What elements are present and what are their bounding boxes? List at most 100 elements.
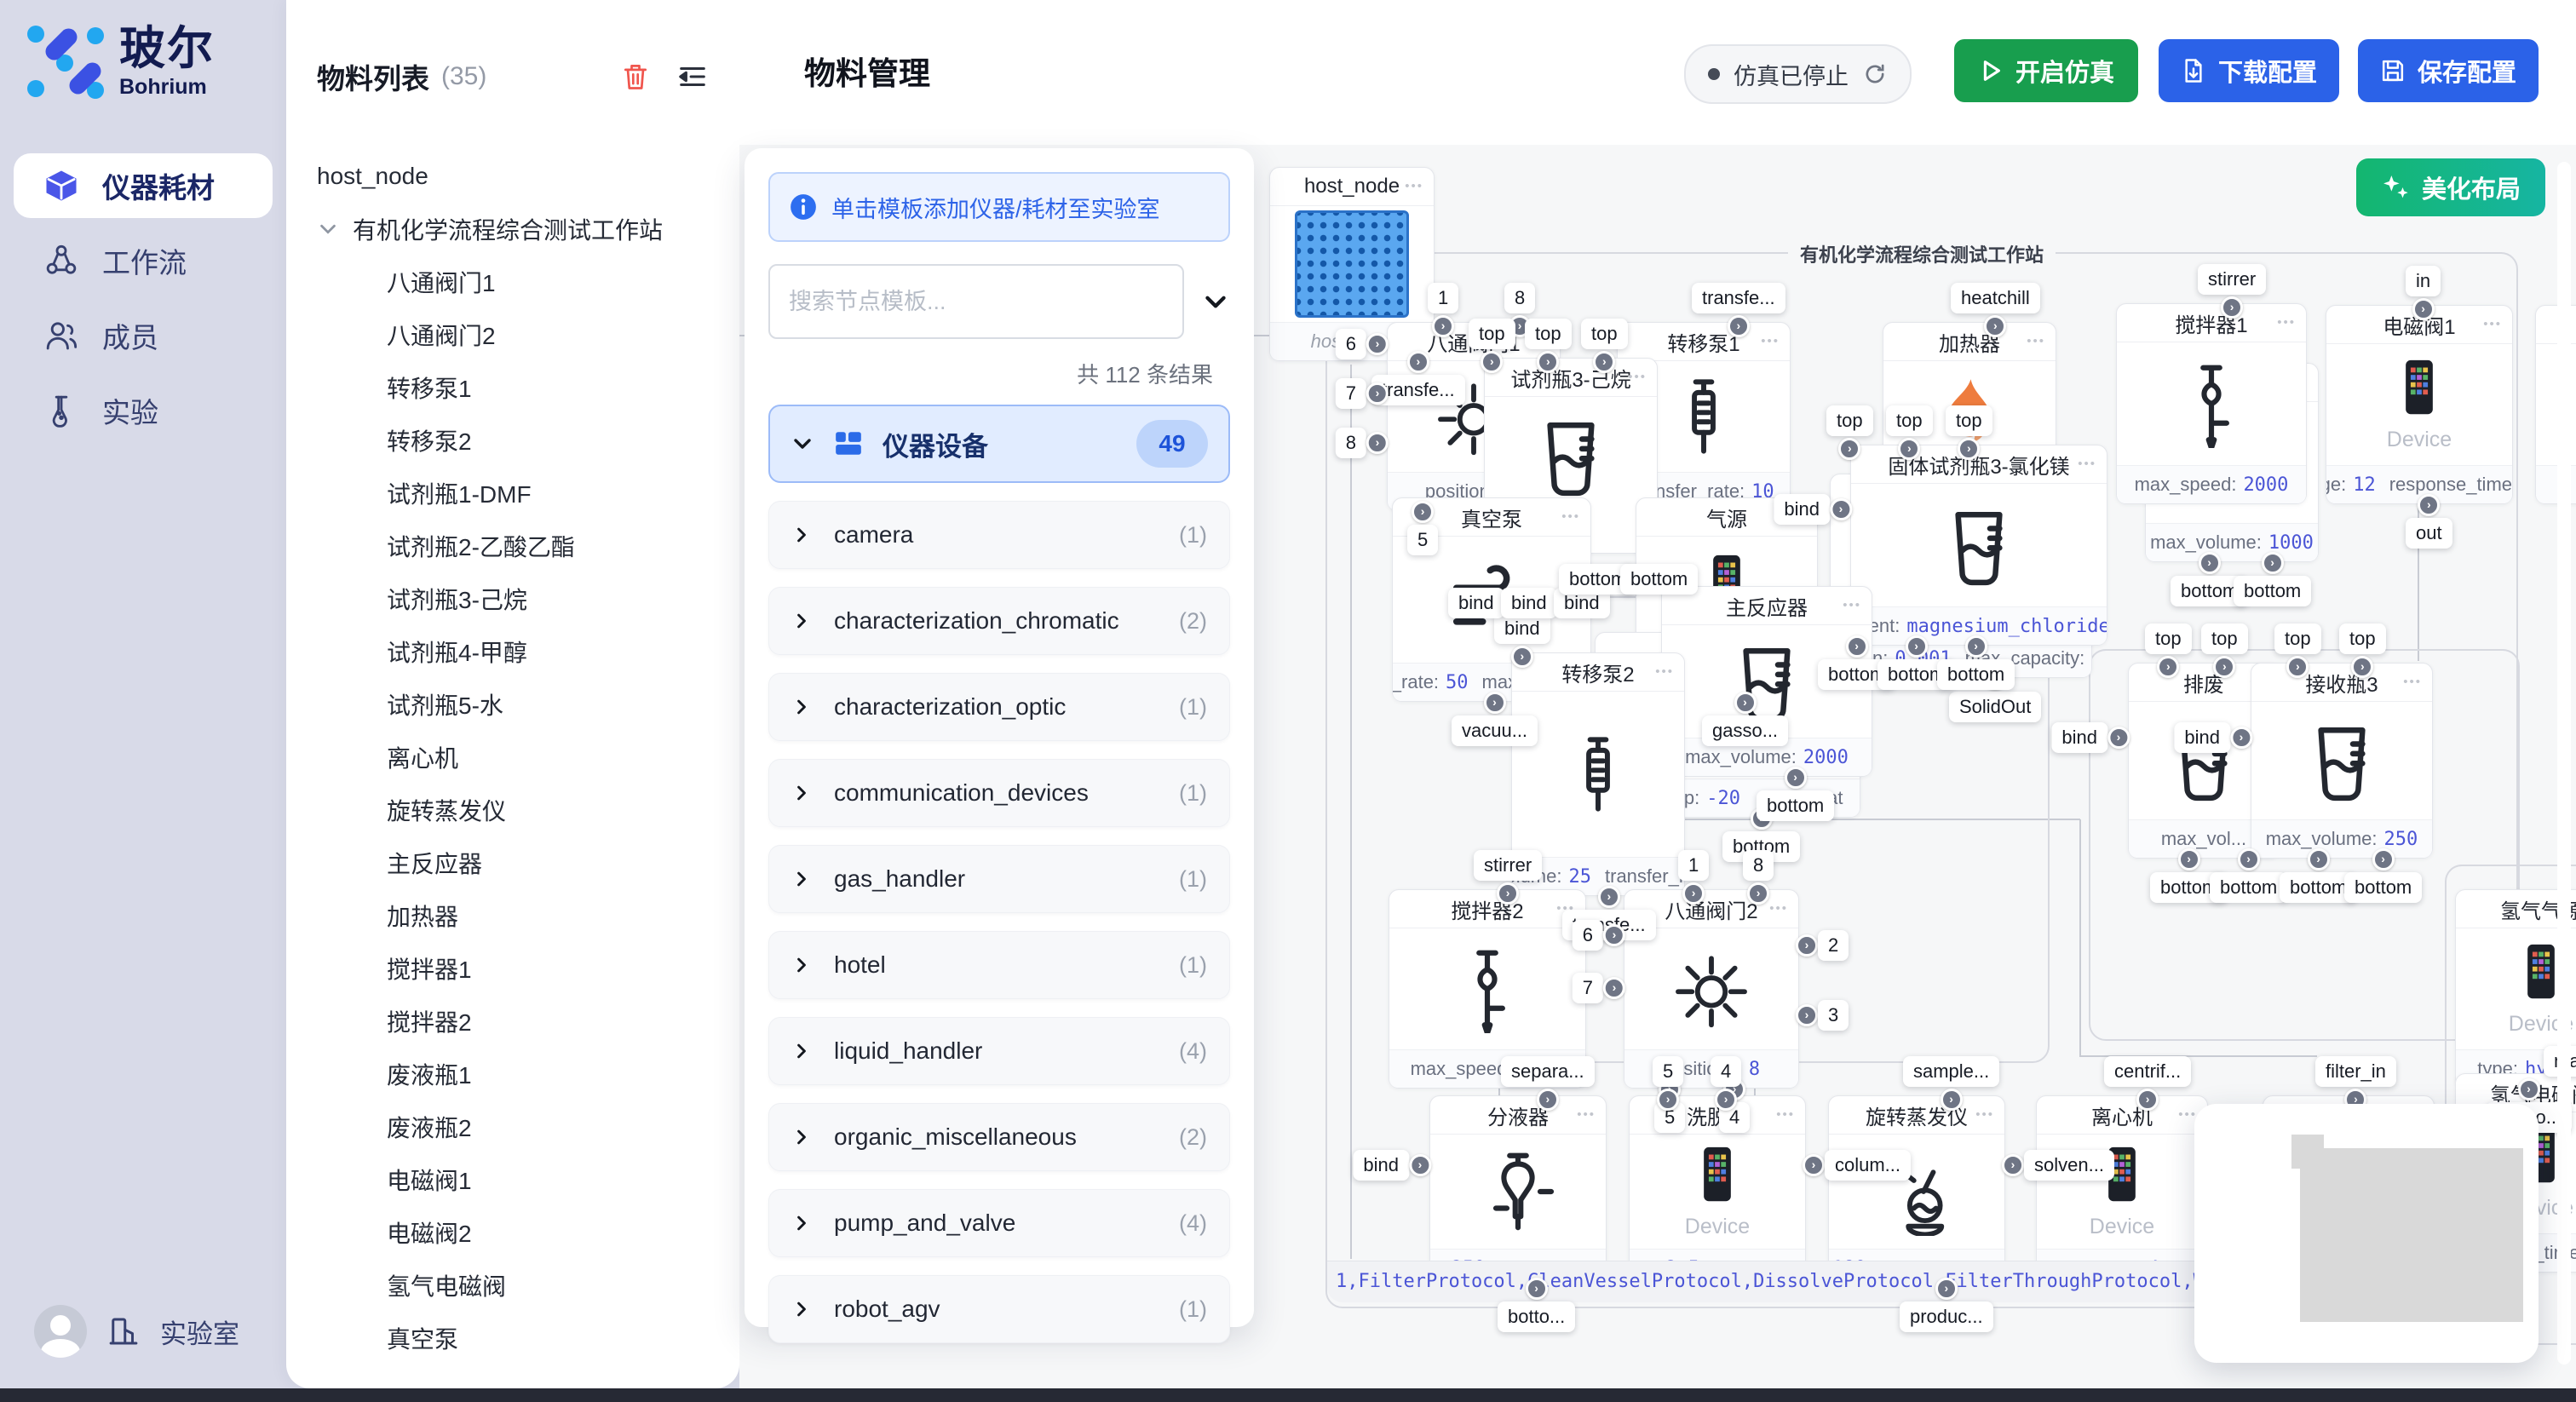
port-pill[interactable]: top (2339, 623, 2386, 654)
sidebar-item-members[interactable]: 成员 (14, 303, 273, 368)
port-top[interactable]: top› (1826, 405, 1873, 460)
port-bind[interactable]: bind› (2174, 722, 2252, 753)
port-handle-icon[interactable]: › (1484, 692, 1506, 714)
port-pill[interactable]: top (1469, 319, 1515, 349)
port-handle-icon[interactable]: › (2418, 494, 2440, 516)
more-options-icon[interactable]: ••• (2483, 306, 2502, 343)
port-top[interactable]: top› (1581, 319, 1628, 373)
port-bottom[interactable]: bottom (1620, 564, 1698, 595)
port-pill[interactable]: transfe... (1692, 283, 1785, 313)
template-category-row[interactable]: liquid_handler (4) (768, 1017, 1230, 1085)
tree-item[interactable]: 搅拌器1 (286, 942, 739, 995)
port-pill[interactable]: heatchill (1951, 283, 2040, 313)
port-7[interactable]: 7› (1336, 378, 1389, 409)
template-category-row[interactable]: camera (1) (768, 501, 1230, 569)
tree-item[interactable]: 旋转蒸发仪 (286, 784, 739, 836)
port-5[interactable]: 5› (1653, 1056, 1683, 1111)
tree-item[interactable]: 搅拌器2 (286, 995, 739, 1048)
port-vacuu...[interactable]: ›vacuu... (1452, 692, 1538, 746)
canvas-node-电磁阀1[interactable]: 电磁阀1•••Devicevoltage: 12response_time: 0… (2326, 305, 2513, 504)
port-pill[interactable]: filter_in (2315, 1056, 2396, 1087)
port-handle-icon[interactable]: › (1537, 1089, 1559, 1111)
port-6[interactable]: 6› (1573, 920, 1625, 951)
port-top[interactable]: top› (1525, 319, 1572, 373)
port-top[interactable]: top› (1946, 405, 1992, 460)
template-category-row[interactable]: characterization_chromatic (2) (768, 587, 1230, 655)
chevron-down-icon[interactable] (1201, 287, 1230, 316)
port-produc...[interactable]: ›produc... (1900, 1278, 1993, 1332)
tree-item[interactable]: 离心机 (286, 731, 739, 784)
port-handle-icon[interactable]: › (2518, 1078, 2540, 1100)
port-pill[interactable]: bind (1774, 494, 1830, 525)
tree-item-root[interactable]: host_node (286, 150, 739, 203)
canvas-node-离心机[interactable]: 离心机•••Devicep: 40min_temp: 4max_spe (2036, 1095, 2208, 1288)
port-handle-icon[interactable]: › (1682, 882, 1705, 905)
port-handle-icon[interactable]: › (1838, 438, 1860, 460)
port-handle-icon[interactable]: › (1481, 351, 1503, 373)
port-handle-icon[interactable]: › (2157, 656, 2179, 678)
port-pill[interactable]: bottom (1757, 790, 1834, 821)
port-heatchill[interactable]: heatchill› (1951, 283, 2040, 337)
port-pill[interactable]: top (1826, 405, 1873, 436)
port-handle-icon[interactable]: › (1598, 886, 1620, 908)
port-pill[interactable]: bind (2174, 722, 2230, 753)
port-2[interactable]: ›2 (1796, 930, 1849, 961)
port-1[interactable]: 1› (1428, 283, 1458, 337)
tree-group[interactable]: 有机化学流程综合测试工作站 (286, 203, 739, 256)
port-stirrer[interactable]: stirrer› (1474, 850, 1542, 905)
port-pill[interactable]: 5 (1407, 525, 1438, 555)
port-pill[interactable]: colum... (1825, 1150, 1911, 1181)
port-pill[interactable]: top (2274, 623, 2321, 654)
port-pill[interactable]: bottom (1620, 564, 1698, 595)
refresh-icon[interactable] (1862, 61, 1888, 87)
port-pill[interactable]: top (1946, 405, 1992, 436)
tree-item[interactable]: 试剂瓶1-DMF (286, 467, 739, 520)
port-handle-icon[interactable]: › (1537, 351, 1559, 373)
template-category-row[interactable]: characterization_optic (1) (768, 673, 1230, 741)
port-top[interactable]: top› (2339, 623, 2386, 678)
tree-item[interactable]: 八通阀门1 (286, 256, 739, 308)
port-handle-icon[interactable]: › (1593, 351, 1615, 373)
port-pill[interactable]: 3 (1818, 1000, 1849, 1031)
port-handle-icon[interactable]: › (1728, 315, 1750, 337)
port-handle-icon[interactable]: › (2136, 1089, 2159, 1111)
port-pill[interactable]: top (2201, 623, 2248, 654)
tree-item[interactable]: 试剂瓶5-水 (286, 678, 739, 731)
more-options-icon[interactable]: ••• (1561, 498, 1580, 536)
port-handle-icon[interactable]: › (2286, 656, 2309, 678)
sidebar-item-instruments[interactable]: 仪器耗材 (14, 153, 273, 218)
port-pill[interactable]: gasso... (1702, 715, 1788, 746)
port-separa...[interactable]: separa...› (1501, 1056, 1595, 1111)
port-handle-icon[interactable]: › (1898, 438, 1920, 460)
more-options-icon[interactable]: ••• (2078, 445, 2096, 483)
port-handle-icon[interactable]: › (1830, 498, 1852, 520)
template-category-row[interactable]: communication_devices (1) (768, 759, 1230, 827)
port-top[interactable]: top› (2201, 623, 2248, 678)
port-3[interactable]: ›3 (1796, 1000, 1849, 1031)
port-pill[interactable]: 8 (1336, 428, 1366, 458)
port-pill[interactable]: top (1581, 319, 1628, 349)
sidebar-item-experiments[interactable]: 实验 (14, 378, 273, 443)
port-pill[interactable]: bind (1353, 1150, 1409, 1181)
search-input[interactable] (768, 264, 1184, 339)
lab-switcher[interactable]: 实验室 (34, 1305, 239, 1358)
more-options-icon[interactable]: ••• (2277, 304, 2296, 342)
port-bind[interactable]: bind (1501, 588, 1557, 618)
port-pill[interactable]: 2 (1818, 930, 1849, 961)
port-bind[interactable]: bind (1448, 588, 1504, 618)
canvas-node-搅拌器1[interactable]: 搅拌器1•••max_speed: 2000 (2116, 303, 2307, 504)
port-handle-icon[interactable]: › (2178, 848, 2200, 871)
tree-item[interactable]: 试剂瓶4-甲醇 (286, 625, 739, 678)
port-handle-icon[interactable]: › (1796, 934, 1818, 957)
port-bottom[interactable]: ›bottom (2210, 848, 2287, 903)
port-handle-icon[interactable]: › (1366, 333, 1389, 355)
tree-item[interactable]: 电磁阀2 (286, 1206, 739, 1259)
save-config-button[interactable]: 保存配置 (2358, 39, 2539, 102)
tree-item[interactable]: 试剂瓶2-乙酸乙酯 (286, 520, 739, 572)
tree-item[interactable]: 八通阀门2 (286, 308, 739, 361)
port-handle-icon[interactable]: › (1432, 315, 1454, 337)
port-pill[interactable]: top (2145, 623, 2192, 654)
simulation-status[interactable]: 仿真已停止 (1684, 44, 1912, 104)
canvas-node-分液器[interactable]: 分液器•••volume: 250has_phases: true (1429, 1095, 1607, 1288)
template-category-row[interactable]: gas_handler (1) (768, 845, 1230, 913)
